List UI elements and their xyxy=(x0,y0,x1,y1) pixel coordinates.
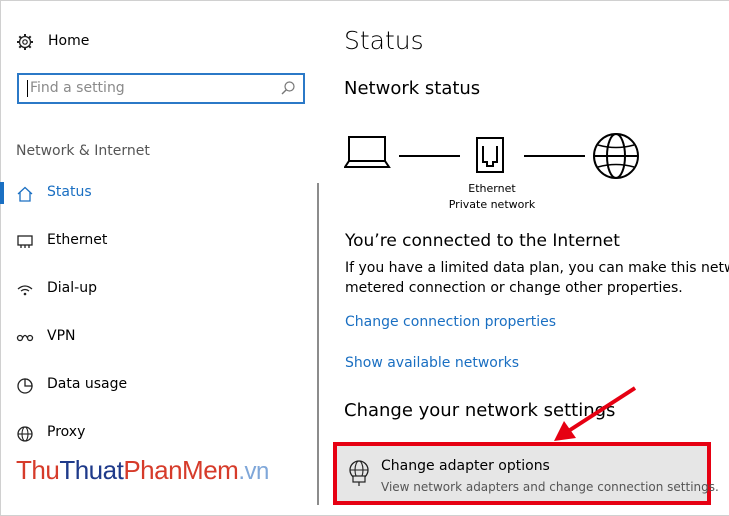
sidebar-item-label: Ethernet xyxy=(47,232,108,248)
annotation-arrow-icon xyxy=(554,386,637,441)
sidebar-item-label: Dial-up xyxy=(47,280,97,296)
section-label: Network & Internet xyxy=(16,143,150,159)
sidebar-item-proxy[interactable]: Proxy xyxy=(0,414,300,454)
search-input[interactable]: Find a setting xyxy=(17,73,305,104)
ethernet-icon xyxy=(17,235,33,248)
sidebar-item-dialup[interactable]: Dial-up xyxy=(0,270,300,310)
scrollbar-track[interactable] xyxy=(317,183,319,505)
sidebar-item-status[interactable]: Status xyxy=(0,174,300,214)
globe-icon xyxy=(593,133,639,179)
change-connection-properties-link[interactable]: Change connection properties xyxy=(345,314,556,330)
search-icon[interactable] xyxy=(280,80,296,96)
data-usage-icon xyxy=(17,378,33,394)
vpn-icon xyxy=(16,334,34,342)
active-indicator xyxy=(0,182,4,204)
dialup-icon xyxy=(17,285,33,296)
sidebar-item-data-usage[interactable]: Data usage xyxy=(0,366,300,406)
adapter-name: Ethernet xyxy=(468,182,516,195)
sidebar-item-label: Proxy xyxy=(47,424,86,440)
network-adapter-icon xyxy=(349,460,369,486)
sidebar-item-ethernet[interactable]: Ethernet xyxy=(0,222,300,262)
sidebar-item-label: Data usage xyxy=(47,376,128,392)
change-adapter-options-button[interactable]: Change adapter options View network adap… xyxy=(333,442,719,505)
watermark-logo: ThuThuatPhanMem.vn xyxy=(16,455,269,485)
home-status-icon xyxy=(17,186,33,202)
adapter-option-title: Change adapter options xyxy=(381,458,550,474)
network-type: Private network xyxy=(448,198,536,211)
connection-status-description: If you have a limited data plan, you can… xyxy=(345,260,729,296)
home-label: Home xyxy=(48,33,90,49)
sidebar-item-label: VPN xyxy=(47,328,76,344)
adapter-option-description: View network adapters and change connect… xyxy=(381,480,719,494)
page-title: Status xyxy=(344,26,424,55)
connection-status-title: You’re connected to the Internet xyxy=(345,231,620,251)
show-available-networks-link[interactable]: Show available networks xyxy=(345,355,519,371)
ethernet-port-icon xyxy=(476,137,504,173)
gear-icon xyxy=(17,34,33,50)
text-caret xyxy=(27,80,28,97)
home-nav[interactable]: Home xyxy=(16,30,89,54)
search-placeholder: Find a setting xyxy=(30,80,125,96)
network-diagram: Ethernet Private network xyxy=(344,128,644,218)
laptop-icon xyxy=(344,136,391,168)
sidebar-item-label: Status xyxy=(47,184,92,200)
network-status-title: Network status xyxy=(344,78,481,99)
proxy-icon xyxy=(17,426,33,442)
sidebar-item-vpn[interactable]: VPN xyxy=(0,318,300,358)
